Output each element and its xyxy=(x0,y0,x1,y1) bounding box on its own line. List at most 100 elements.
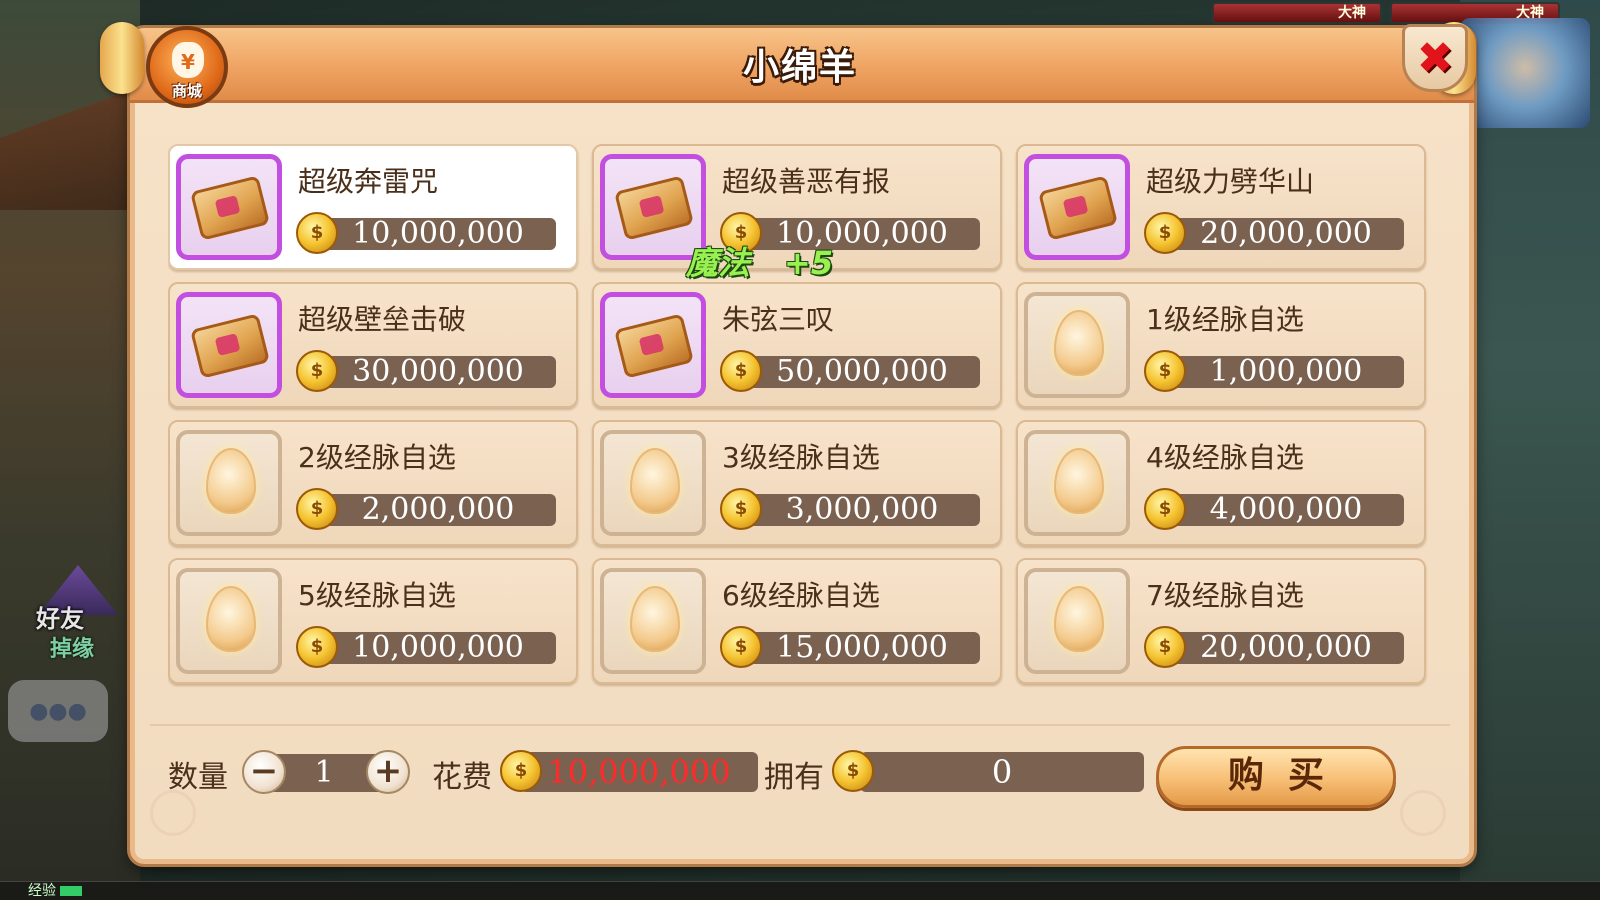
exp-bar-fill xyxy=(60,886,82,896)
item-price: 3,000,000 xyxy=(744,494,980,526)
shop-badge-label: 商城 xyxy=(171,82,202,100)
scroll-icon xyxy=(189,175,271,241)
shop-badge: ¥ 商城 xyxy=(146,26,228,108)
scene-right xyxy=(1460,0,1600,900)
item-name: 朱弦三叹 xyxy=(722,303,835,336)
item-card[interactable]: 超级壁垒击破 30,000,000 $ xyxy=(168,282,578,408)
egg-icon xyxy=(206,586,256,652)
item-price: 2,000,000 xyxy=(320,494,556,526)
egg-icon xyxy=(1054,586,1104,652)
item-icon-frame xyxy=(176,292,282,398)
egg-icon xyxy=(630,448,680,514)
coin-icon: $ xyxy=(832,750,874,792)
footer-divider xyxy=(150,724,1450,726)
egg-icon xyxy=(1054,310,1104,376)
item-name: 1级经脉自选 xyxy=(1146,303,1304,336)
friend-label: 好友 xyxy=(36,605,84,633)
corner-ornament xyxy=(150,790,196,836)
coin-icon: $ xyxy=(720,626,762,668)
item-price: 10,000,000 xyxy=(320,218,556,250)
item-price: 30,000,000 xyxy=(320,356,556,388)
item-price: 20,000,000 xyxy=(1168,632,1404,664)
cost-value: 10,000,000 xyxy=(520,752,758,792)
item-icon-frame xyxy=(600,292,706,398)
item-price: 4,000,000 xyxy=(1168,494,1404,526)
cost-label: 花费 xyxy=(432,760,492,795)
coin-icon: $ xyxy=(1144,488,1186,530)
float-combat-text: 魔法 +5 xyxy=(686,238,833,284)
coin-icon: $ xyxy=(296,212,338,254)
friend-button[interactable]: 好友 掉缘 xyxy=(30,565,130,662)
item-card[interactable]: 1级经脉自选 1,000,000 $ xyxy=(1016,282,1426,408)
coin-icon: $ xyxy=(500,750,542,792)
item-icon-frame xyxy=(1024,154,1130,260)
item-name: 超级力劈华山 xyxy=(1146,165,1315,198)
decrease-quantity-button[interactable]: − xyxy=(242,750,286,794)
item-icon-frame xyxy=(600,568,706,674)
coin-icon: $ xyxy=(1144,626,1186,668)
item-name: 5级经脉自选 xyxy=(298,579,456,612)
plus-icon: + xyxy=(373,751,403,791)
item-price: 20,000,000 xyxy=(1168,218,1404,250)
item-card[interactable]: 超级奔雷咒 10,000,000 $ xyxy=(168,144,578,270)
friend-sub-label: 掉缘 xyxy=(50,637,95,662)
item-name: 超级奔雷咒 xyxy=(298,165,439,198)
coin-icon: $ xyxy=(720,350,762,392)
item-icon-frame xyxy=(1024,430,1130,536)
item-card[interactable]: 7级经脉自选 20,000,000 $ xyxy=(1016,558,1426,684)
coin-icon: $ xyxy=(296,488,338,530)
item-name: 3级经脉自选 xyxy=(722,441,880,474)
coin-icon: $ xyxy=(296,626,338,668)
owned-label: 拥有 xyxy=(764,760,824,795)
float-text-value: +5 xyxy=(784,244,834,282)
coin-icon: $ xyxy=(1144,350,1186,392)
item-card[interactable]: 朱弦三叹 50,000,000 $ xyxy=(592,282,1002,408)
scroll-icon xyxy=(189,313,271,379)
item-price: 50,000,000 xyxy=(744,356,980,388)
item-price: 15,000,000 xyxy=(744,632,980,664)
dialog-title: 小绵羊 xyxy=(742,47,857,88)
item-card[interactable]: 3级经脉自选 3,000,000 $ xyxy=(592,420,1002,546)
egg-icon xyxy=(630,586,680,652)
exp-bar xyxy=(0,881,1600,900)
item-icon-frame xyxy=(176,430,282,536)
item-icon-frame xyxy=(176,154,282,260)
scroll-icon xyxy=(613,175,695,241)
exp-label: 经验 xyxy=(28,883,56,899)
item-icon-frame xyxy=(600,430,706,536)
coin-icon: $ xyxy=(296,350,338,392)
item-card[interactable]: 5级经脉自选 10,000,000 $ xyxy=(168,558,578,684)
coin-icon: $ xyxy=(1144,212,1186,254)
item-name: 超级善恶有报 xyxy=(722,165,891,198)
minus-icon: − xyxy=(249,751,279,791)
item-price: 1,000,000 xyxy=(1168,356,1404,388)
owned-value: 0 xyxy=(860,752,1144,792)
item-card[interactable]: 4级经脉自选 4,000,000 $ xyxy=(1016,420,1426,546)
close-icon: ✖ xyxy=(1416,32,1454,84)
chat-bubble-icon: ●●● xyxy=(29,698,87,724)
float-text-label: 魔法 xyxy=(686,244,751,282)
item-price: 10,000,000 xyxy=(320,632,556,664)
corner-ornament xyxy=(1400,790,1446,836)
item-icon-frame xyxy=(176,568,282,674)
item-name: 2级经脉自选 xyxy=(298,441,456,474)
item-name: 超级壁垒击破 xyxy=(298,303,467,336)
quantity-label: 数量 xyxy=(168,760,228,795)
scroll-icon xyxy=(613,313,695,379)
item-icon-frame xyxy=(1024,292,1130,398)
money-bag-icon: ¥ xyxy=(172,42,204,78)
egg-icon xyxy=(206,448,256,514)
buy-button[interactable]: 购买 xyxy=(1156,746,1396,808)
item-card[interactable]: 6级经脉自选 15,000,000 $ xyxy=(592,558,1002,684)
chat-button[interactable]: ●●● xyxy=(8,680,108,742)
close-button[interactable]: ✖ xyxy=(1402,24,1468,92)
hp-bar: 大神 xyxy=(1212,2,1382,24)
item-grid-viewport[interactable]: 超级奔雷咒 10,000,000 $ 超级善恶有报 10,000,000 $ 超级力劈华山 2… xyxy=(168,144,1438,724)
item-name: 6级经脉自选 xyxy=(722,579,880,612)
increase-quantity-button[interactable]: + xyxy=(366,750,410,794)
item-card[interactable]: 2级经脉自选 2,000,000 $ xyxy=(168,420,578,546)
item-name: 4级经脉自选 xyxy=(1146,441,1304,474)
coin-icon: $ xyxy=(720,488,762,530)
item-card[interactable]: 超级力劈华山 20,000,000 $ xyxy=(1016,144,1426,270)
item-icon-frame xyxy=(1024,568,1130,674)
